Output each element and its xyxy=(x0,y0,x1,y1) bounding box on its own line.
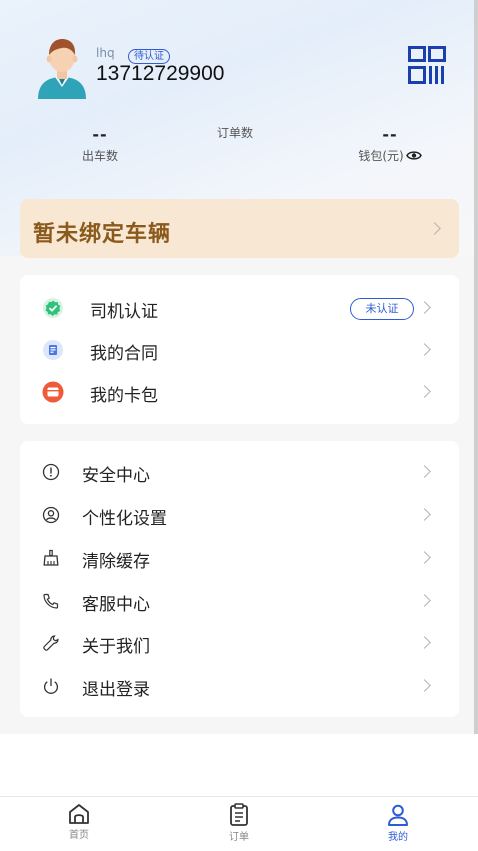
tab-label: 我的 xyxy=(388,832,408,843)
chevron-right-icon xyxy=(418,551,431,564)
wallet-label: 钱包(元) xyxy=(358,149,404,163)
tab-mine[interactable]: 我的 xyxy=(358,803,438,843)
scrollbar[interactable] xyxy=(474,0,478,796)
chevron-right-icon xyxy=(418,343,431,356)
wrench-icon xyxy=(43,635,59,651)
home-icon xyxy=(69,804,89,824)
tab-label: 首页 xyxy=(69,830,89,841)
wallet-stat[interactable]: -- 钱包(元) xyxy=(350,125,430,164)
chevron-right-icon xyxy=(428,222,441,235)
menu-item-label: 我的卡包 xyxy=(90,386,158,406)
bind-vehicle-text: 暂未绑定车辆 xyxy=(33,222,172,247)
chevron-right-icon xyxy=(418,679,431,692)
chevron-right-icon xyxy=(418,385,431,398)
menu-item-driver-verification[interactable]: 司机认证 未认证 xyxy=(20,287,459,329)
chevron-right-icon xyxy=(418,301,431,314)
qr-code-icon[interactable] xyxy=(408,46,446,84)
verification-status-badge: 未认证 xyxy=(350,298,414,320)
chevron-right-icon xyxy=(418,594,431,607)
alert-circle-icon xyxy=(42,463,60,481)
tab-orders[interactable]: 订单 xyxy=(199,803,279,843)
menu-item-label: 退出登录 xyxy=(82,680,150,700)
contract-icon xyxy=(43,340,63,360)
phone-number: 13712729900 xyxy=(96,62,225,85)
menu-item-my-contract[interactable]: 我的合同 xyxy=(20,329,459,371)
menu-item-label: 个性化设置 xyxy=(82,509,167,529)
verified-badge-icon xyxy=(43,298,63,318)
menu-item-customer-service[interactable]: 客服中心 xyxy=(20,580,459,622)
driver-services-card: 司机认证 未认证 我的合同 我的卡包 xyxy=(20,275,459,424)
page-bottom-spacer xyxy=(0,734,478,796)
settings-card: 安全中心 个性化设置 清除缓存 客服中心 关于我们 退出登录 xyxy=(20,441,459,717)
avatar[interactable] xyxy=(36,37,88,99)
chevron-right-icon xyxy=(418,465,431,478)
menu-item-logout[interactable]: 退出登录 xyxy=(20,665,459,707)
trips-label: 出车数 xyxy=(81,149,118,163)
tab-label: 订单 xyxy=(229,832,249,843)
menu-item-my-cards[interactable]: 我的卡包 xyxy=(20,371,459,413)
phone-icon xyxy=(43,593,59,609)
menu-item-label: 司机认证 xyxy=(90,302,158,322)
chevron-right-icon xyxy=(418,636,431,649)
order-list-icon xyxy=(230,803,248,826)
menu-item-clear-cache[interactable]: 清除缓存 xyxy=(20,537,459,579)
menu-item-label: 客服中心 xyxy=(82,595,150,615)
card-wallet-icon xyxy=(42,381,64,403)
menu-item-label: 我的合同 xyxy=(90,344,158,364)
menu-item-security-center[interactable]: 安全中心 xyxy=(20,451,459,493)
trips-stat[interactable]: -- 出车数 xyxy=(70,125,130,164)
chevron-right-icon xyxy=(418,508,431,521)
trips-value: -- xyxy=(92,125,108,144)
bind-vehicle-banner[interactable]: 暂未绑定车辆 xyxy=(20,199,459,258)
wallet-value: -- xyxy=(382,125,398,144)
orders-label[interactable]: 订单数 xyxy=(205,124,265,141)
broom-icon xyxy=(43,549,59,566)
eye-icon[interactable] xyxy=(405,150,422,161)
menu-item-label: 安全中心 xyxy=(82,466,150,486)
menu-item-personalization[interactable]: 个性化设置 xyxy=(20,494,459,536)
menu-item-label: 清除缓存 xyxy=(82,552,150,572)
person-icon xyxy=(388,804,408,826)
tab-home[interactable]: 首页 xyxy=(39,803,119,841)
username: lhq xyxy=(96,46,115,60)
user-circle-icon xyxy=(42,506,60,524)
menu-item-about-us[interactable]: 关于我们 xyxy=(20,622,459,664)
power-icon xyxy=(43,678,59,694)
menu-item-label: 关于我们 xyxy=(82,637,150,657)
bottom-tab-bar: 首页 订单 我的 xyxy=(0,796,478,851)
